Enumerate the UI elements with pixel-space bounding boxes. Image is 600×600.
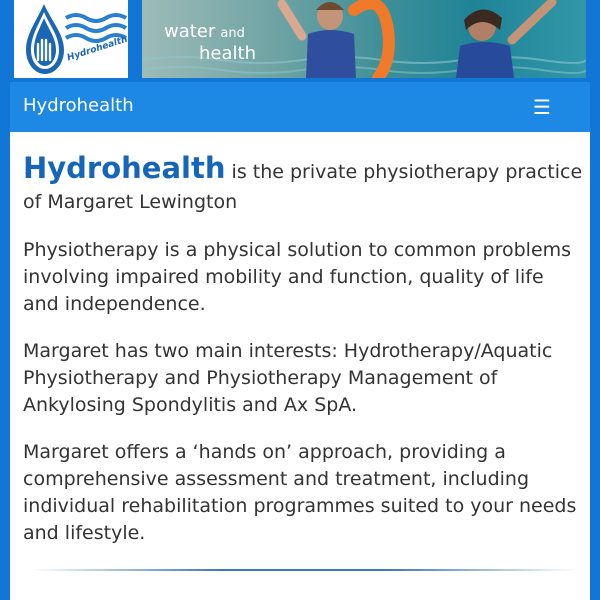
paragraph-approach: Margaret offers a ‘hands on’ approach, p… xyxy=(23,441,577,544)
logo[interactable]: Hydrohealth xyxy=(14,0,128,78)
tagline: water and health xyxy=(164,22,256,64)
divider xyxy=(30,569,578,571)
tagline-and: and xyxy=(220,26,245,41)
paragraph-interests: Margaret has two main interests: Hydroth… xyxy=(23,340,553,416)
intro-paragraph: Hydrohealth is the private physiotherapy… xyxy=(23,153,583,217)
navbar-brand[interactable]: Hydrohealth xyxy=(23,95,134,117)
tagline-water: water xyxy=(164,21,216,42)
hamburger-menu-icon[interactable]: ☰ xyxy=(526,95,558,119)
aquatic-therapy-photo: water and health xyxy=(142,0,586,78)
main-content: Hydrohealth is the private physiotherapy… xyxy=(23,153,583,567)
header-banner: Hydrohealth water and health xyxy=(10,0,590,82)
tagline-health: health xyxy=(199,43,256,64)
paragraph-physiotherapy: Physiotherapy is a physical solution to … xyxy=(23,239,572,315)
navbar: Hydrohealth ☰ xyxy=(10,82,590,132)
page: Hydrohealth water and health Hydrohealth… xyxy=(10,0,590,600)
intro-brand-heading: Hydrohealth xyxy=(23,151,226,185)
